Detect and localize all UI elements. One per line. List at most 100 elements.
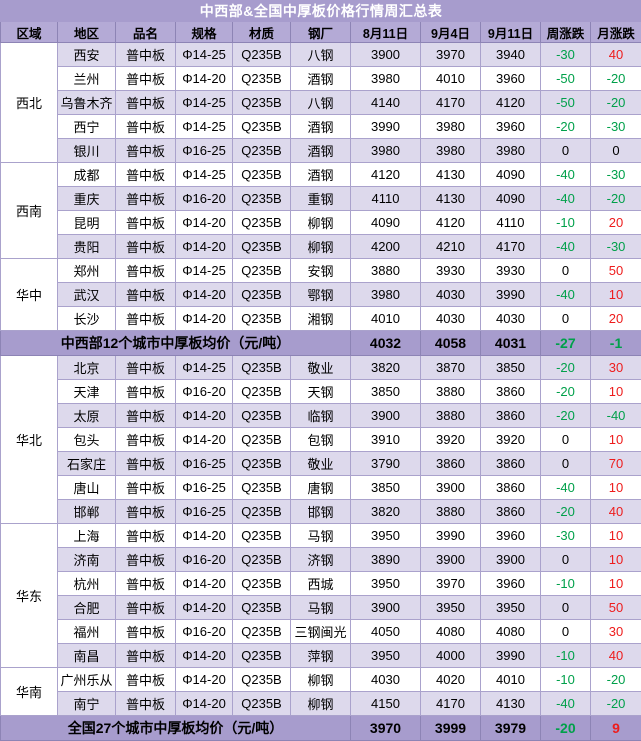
city-cell: 石家庄 bbox=[58, 452, 116, 476]
material-cell: Q235B bbox=[233, 548, 291, 572]
column-header-5[interactable]: 钢厂 bbox=[291, 22, 351, 43]
city-cell: 包头 bbox=[58, 428, 116, 452]
price-aug11-cell: 4050 bbox=[351, 620, 421, 644]
price-sep4-cell: 4170 bbox=[421, 692, 481, 716]
mill-cell: 湘钢 bbox=[291, 307, 351, 331]
table-row: 包头普中板Φ14-20Q235B包钢391039203920010 bbox=[1, 428, 641, 452]
price-sep4-cell: 3900 bbox=[421, 476, 481, 500]
mill-cell: 敬业 bbox=[291, 452, 351, 476]
table-row: 银川普中板Φ16-25Q235B酒钢39803980398000 bbox=[1, 139, 641, 163]
city-cell: 济南 bbox=[58, 548, 116, 572]
column-header-4[interactable]: 材质 bbox=[233, 22, 291, 43]
average-row-midwest: 中西部12个城市中厚板均价（元/吨）403240584031-27-1 bbox=[1, 331, 641, 356]
weekly-change-cell: 0 bbox=[541, 596, 591, 620]
column-header-0[interactable]: 区域 bbox=[1, 22, 58, 43]
table-row: 西宁普中板Φ14-25Q235B酒钢399039803960-20-30 bbox=[1, 115, 641, 139]
price-sep4-cell: 3990 bbox=[421, 524, 481, 548]
price-sep4-cell: 4130 bbox=[421, 187, 481, 211]
table-row: 华东上海普中板Φ14-20Q235B马钢395039903960-3010 bbox=[1, 524, 641, 548]
material-cell: Q235B bbox=[233, 356, 291, 380]
steel-price-table: 中西部&全国中厚板价格行情周汇总表区域地区品名规格材质钢厂8月11日9月4日9月… bbox=[0, 0, 641, 741]
city-cell: 南昌 bbox=[58, 644, 116, 668]
column-header-8[interactable]: 9月11日 bbox=[481, 22, 541, 43]
price-sep11-cell: 4030 bbox=[481, 307, 541, 331]
average-monthly-national: 9 bbox=[591, 716, 641, 741]
city-cell: 重庆 bbox=[58, 187, 116, 211]
weekly-change-cell: -40 bbox=[541, 187, 591, 211]
price-sep11-cell: 3990 bbox=[481, 283, 541, 307]
spec-cell: Φ14-25 bbox=[176, 43, 233, 67]
average-label-national: 全国27个城市中厚板均价（元/吨） bbox=[1, 716, 351, 741]
column-header-7[interactable]: 9月4日 bbox=[421, 22, 481, 43]
product-cell: 普中板 bbox=[116, 91, 176, 115]
monthly-change-cell: 20 bbox=[591, 211, 641, 235]
table-row: 长沙普中板Φ14-20Q235B湘钢401040304030020 bbox=[1, 307, 641, 331]
mill-cell: 八钢 bbox=[291, 91, 351, 115]
product-cell: 普中板 bbox=[116, 548, 176, 572]
table-row: 华中郑州普中板Φ14-25Q235B安钢388039303930050 bbox=[1, 259, 641, 283]
material-cell: Q235B bbox=[233, 139, 291, 163]
city-cell: 福州 bbox=[58, 620, 116, 644]
price-aug11-cell: 3910 bbox=[351, 428, 421, 452]
spec-cell: Φ16-25 bbox=[176, 452, 233, 476]
mill-cell: 三钢闽光 bbox=[291, 620, 351, 644]
weekly-change-cell: -10 bbox=[541, 211, 591, 235]
price-sep4-cell: 4010 bbox=[421, 67, 481, 91]
material-cell: Q235B bbox=[233, 307, 291, 331]
product-cell: 普中板 bbox=[116, 500, 176, 524]
price-sep4-cell: 4210 bbox=[421, 235, 481, 259]
material-cell: Q235B bbox=[233, 524, 291, 548]
price-sep11-cell: 3960 bbox=[481, 572, 541, 596]
price-aug11-cell: 3950 bbox=[351, 644, 421, 668]
column-header-9[interactable]: 周涨跌 bbox=[541, 22, 591, 43]
mill-cell: 酒钢 bbox=[291, 163, 351, 187]
column-header-6[interactable]: 8月11日 bbox=[351, 22, 421, 43]
column-header-1[interactable]: 地区 bbox=[58, 22, 116, 43]
spec-cell: Φ14-20 bbox=[176, 283, 233, 307]
product-cell: 普中板 bbox=[116, 211, 176, 235]
average-weekly-midwest: -27 bbox=[541, 331, 591, 356]
weekly-change-cell: -20 bbox=[541, 500, 591, 524]
price-sep4-cell: 3970 bbox=[421, 43, 481, 67]
price-aug11-cell: 3980 bbox=[351, 139, 421, 163]
city-cell: 成都 bbox=[58, 163, 116, 187]
product-cell: 普中板 bbox=[116, 283, 176, 307]
price-sep11-cell: 3860 bbox=[481, 380, 541, 404]
monthly-change-cell: -20 bbox=[591, 668, 641, 692]
column-header-2[interactable]: 品名 bbox=[116, 22, 176, 43]
mill-cell: 酒钢 bbox=[291, 139, 351, 163]
price-sep11-cell: 4130 bbox=[481, 692, 541, 716]
monthly-change-cell: -20 bbox=[591, 67, 641, 91]
price-sep4-cell: 3920 bbox=[421, 428, 481, 452]
city-cell: 长沙 bbox=[58, 307, 116, 331]
weekly-change-cell: -20 bbox=[541, 380, 591, 404]
product-cell: 普中板 bbox=[116, 476, 176, 500]
table-body: 中西部&全国中厚板价格行情周汇总表区域地区品名规格材质钢厂8月11日9月4日9月… bbox=[1, 1, 641, 741]
city-cell: 银川 bbox=[58, 139, 116, 163]
monthly-change-cell: 10 bbox=[591, 283, 641, 307]
spec-cell: Φ14-20 bbox=[176, 211, 233, 235]
price-aug11-cell: 3880 bbox=[351, 259, 421, 283]
table-row: 南宁普中板Φ14-20Q235B柳钢415041704130-40-20 bbox=[1, 692, 641, 716]
product-cell: 普中板 bbox=[116, 380, 176, 404]
city-cell: 太原 bbox=[58, 404, 116, 428]
monthly-change-cell: 10 bbox=[591, 524, 641, 548]
table-row: 唐山普中板Φ16-25Q235B唐钢385039003860-4010 bbox=[1, 476, 641, 500]
spec-cell: Φ14-20 bbox=[176, 572, 233, 596]
monthly-change-cell: 40 bbox=[591, 644, 641, 668]
table-row: 合肥普中板Φ14-20Q235B马钢390039503950050 bbox=[1, 596, 641, 620]
region-label: 华北 bbox=[1, 356, 58, 524]
table-row: 武汉普中板Φ14-20Q235B鄂钢398040303990-4010 bbox=[1, 283, 641, 307]
material-cell: Q235B bbox=[233, 644, 291, 668]
column-header-3[interactable]: 规格 bbox=[176, 22, 233, 43]
product-cell: 普中板 bbox=[116, 524, 176, 548]
price-sep4-cell: 4120 bbox=[421, 211, 481, 235]
price-sep11-cell: 3920 bbox=[481, 428, 541, 452]
table-row: 华南广州乐从普中板Φ14-20Q235B柳钢403040204010-10-20 bbox=[1, 668, 641, 692]
monthly-change-cell: 50 bbox=[591, 596, 641, 620]
mill-cell: 唐钢 bbox=[291, 476, 351, 500]
column-header-10[interactable]: 月涨跌 bbox=[591, 22, 641, 43]
product-cell: 普中板 bbox=[116, 356, 176, 380]
price-aug11-cell: 4010 bbox=[351, 307, 421, 331]
product-cell: 普中板 bbox=[116, 428, 176, 452]
